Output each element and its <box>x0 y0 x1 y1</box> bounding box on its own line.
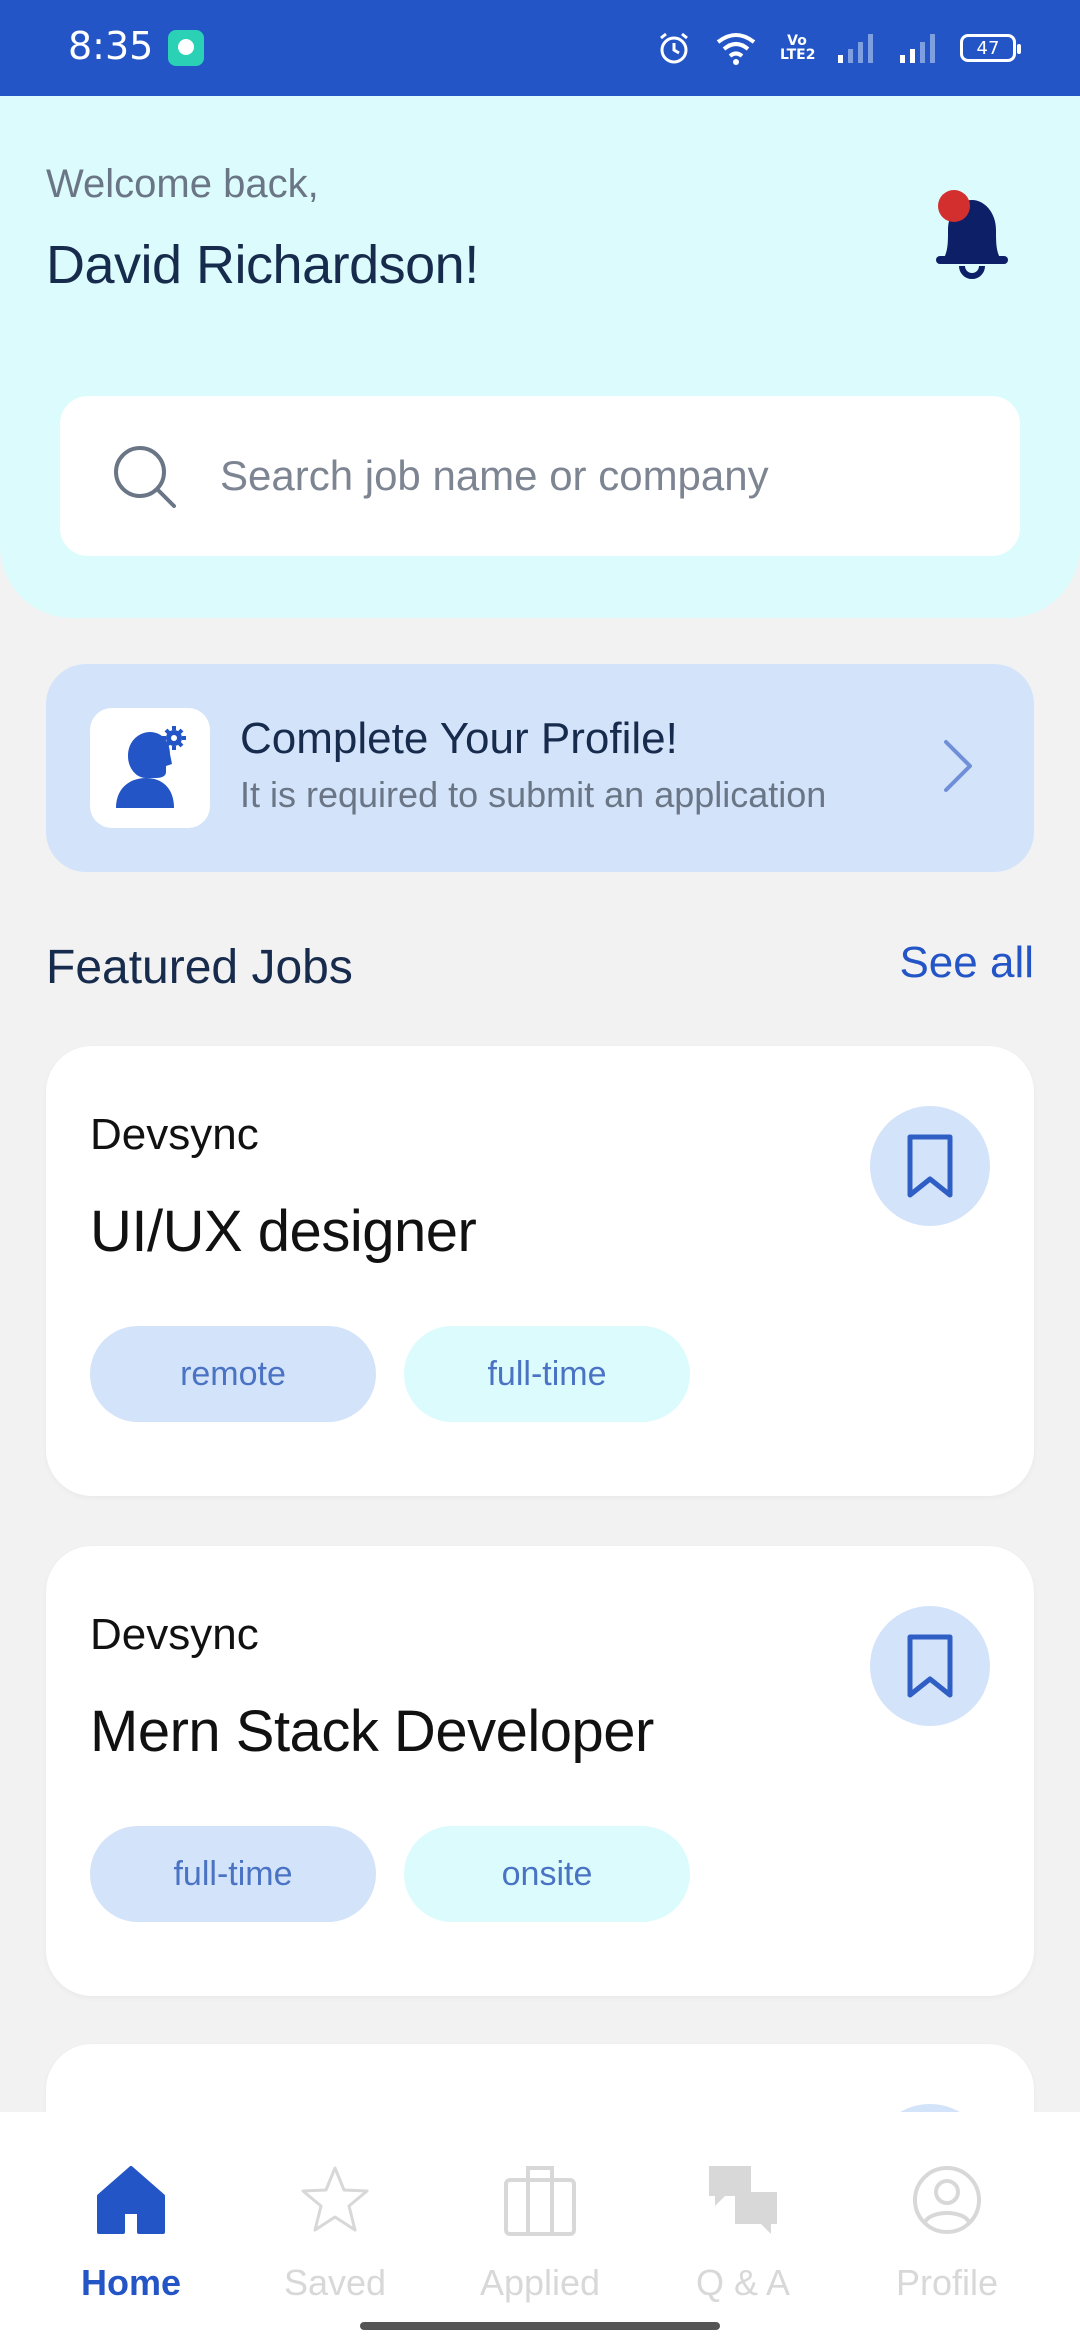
nav-applied[interactable]: Applied <box>455 2162 625 2303</box>
job-tag: full-time <box>404 1326 690 1422</box>
nav-saved-label: Saved <box>283 2262 387 2303</box>
featured-jobs-title: Featured Jobs <box>46 941 353 994</box>
user-name: David Richardson! <box>46 235 479 295</box>
briefcase-icon <box>504 2166 576 2236</box>
nav-profile-label: Profile <box>895 2262 999 2303</box>
bell-icon[interactable] <box>930 186 1014 282</box>
nav-qa-label: Q & A <box>695 2262 791 2303</box>
profile-card-title: Complete Your Profile! <box>240 714 678 763</box>
notification-dot <box>938 190 970 222</box>
bookmark-button[interactable] <box>870 1106 990 1226</box>
status-time: 8:35 <box>68 24 154 68</box>
nav-profile[interactable]: Profile <box>862 2162 1032 2303</box>
profile-settings-icon <box>90 708 210 828</box>
bookmark-icon <box>907 1634 953 1698</box>
wifi-icon <box>716 33 756 65</box>
search-input[interactable] <box>220 446 980 506</box>
nav-home-label: Home <box>80 2262 182 2303</box>
job-card[interactable]: Devsync Mern Stack Developer full-time o… <box>46 1546 1034 1996</box>
nav-saved[interactable]: Saved <box>250 2162 420 2303</box>
chevron-right-icon <box>944 740 972 792</box>
battery-icon: 47 <box>960 34 1021 62</box>
job-company: Devsync <box>90 1610 259 1659</box>
status-icons: Vo LTE2 47 <box>656 28 1021 68</box>
nav-applied-label: Applied <box>479 2262 601 2303</box>
see-all-link[interactable]: See all <box>899 938 1034 988</box>
complete-profile-card[interactable]: Complete Your Profile! It is required to… <box>46 664 1034 872</box>
job-title: Mern Stack Developer <box>90 1699 654 1764</box>
signal-icon-2 <box>900 34 935 63</box>
job-tag: remote <box>90 1326 376 1422</box>
star-icon <box>301 2166 369 2232</box>
bookmark-icon <box>907 1134 953 1198</box>
app-notification-icon <box>168 30 204 66</box>
job-card[interactable]: Devsync UI/UX designer remote full-time <box>46 1046 1034 1496</box>
user-icon <box>913 2166 981 2234</box>
signal-icon <box>838 34 873 63</box>
header: Welcome back, David Richardson! <box>0 96 1080 618</box>
job-company: Devsync <box>90 1110 259 1159</box>
welcome-text: Welcome back, <box>46 162 319 206</box>
nav-qa[interactable]: Q & A <box>658 2162 828 2303</box>
volte-icon: Vo LTE2 <box>780 33 816 63</box>
profile-card-subtitle: It is required to submit an application <box>240 774 827 815</box>
bottom-navigation: Home Saved Applied Q & A Profile <box>0 2112 1080 2340</box>
home-icon <box>97 2166 165 2234</box>
search-bar[interactable] <box>60 396 1020 556</box>
job-tag: full-time <box>90 1826 376 1922</box>
nav-home[interactable]: Home <box>46 2162 216 2303</box>
alarm-icon <box>660 32 688 64</box>
home-indicator[interactable] <box>360 2322 720 2330</box>
bookmark-button[interactable] <box>870 1606 990 1726</box>
chat-icon <box>709 2166 777 2234</box>
job-title: UI/UX designer <box>90 1199 477 1264</box>
job-tag: onsite <box>404 1826 690 1922</box>
search-icon <box>114 446 176 508</box>
status-bar: 8:35 Vo LTE2 47 <box>0 0 1080 96</box>
